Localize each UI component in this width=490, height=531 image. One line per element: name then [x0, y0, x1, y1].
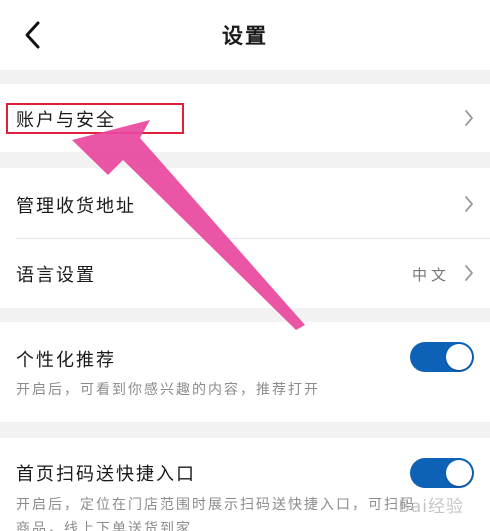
language-settings-label: 语言设置	[16, 265, 96, 286]
recommend-label: 个性化推荐	[16, 350, 116, 371]
language-value: 中文	[411, 266, 450, 284]
settings-page: 设置 账户与安全 管理收货地址 语言设置 中文 个性化推荐 开启后，可看到你感兴…	[0, 0, 490, 531]
toggle-knob	[446, 344, 472, 370]
manage-address-row[interactable]: 管理收货地址	[0, 168, 490, 238]
recommend-description: 开启后，可看到你感兴趣的内容，推荐打开	[16, 382, 320, 398]
watermark: Bai经验	[398, 497, 464, 517]
recommend-card: 个性化推荐 开启后，可看到你感兴趣的内容，推荐打开	[0, 322, 490, 422]
language-settings-row[interactable]: 语言设置 中文	[0, 239, 490, 308]
account-security-row[interactable]: 账户与安全	[0, 84, 490, 152]
account-security-label: 账户与安全	[16, 110, 116, 131]
scan-entry-description-line2: 商品，线上下单送货到家	[16, 521, 192, 531]
page-title: 设置	[222, 24, 268, 48]
recommend-toggle[interactable]	[410, 342, 474, 372]
chevron-right-icon	[465, 265, 473, 281]
toggle-knob	[446, 460, 472, 486]
chevron-right-icon	[465, 196, 473, 212]
account-card: 账户与安全	[0, 84, 490, 152]
scan-entry-label: 首页扫码送快捷入口	[16, 464, 196, 485]
scan-entry-toggle[interactable]	[410, 458, 474, 488]
scan-entry-card: 首页扫码送快捷入口 开启后，定位在门店范围时展示扫码送快捷入口，可扫码 商品，线…	[0, 438, 490, 531]
manage-address-label: 管理收货地址	[16, 196, 136, 217]
address-language-card: 管理收货地址 语言设置 中文	[0, 168, 490, 308]
chevron-right-icon	[465, 110, 473, 126]
top-bar: 设置	[0, 0, 490, 70]
